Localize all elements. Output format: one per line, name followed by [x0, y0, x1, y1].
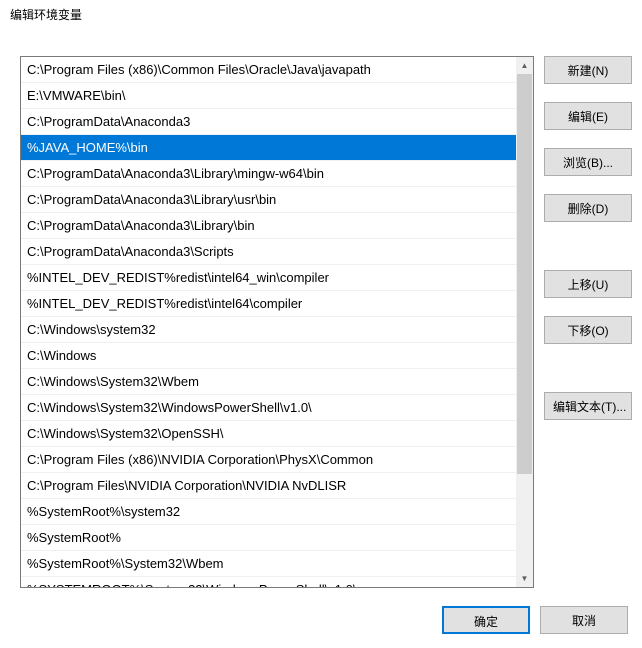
list-item[interactable]: C:\Windows\system32	[21, 317, 516, 343]
list-item[interactable]: C:\ProgramData\Anaconda3\Library\mingw-w…	[21, 161, 516, 187]
list-item[interactable]: C:\Windows\System32\WindowsPowerShell\v1…	[21, 395, 516, 421]
bottom-button-panel: 确定 取消	[442, 606, 628, 634]
list-item[interactable]: C:\Program Files (x86)\NVIDIA Corporatio…	[21, 447, 516, 473]
dialog-title: 编辑环境变量	[0, 0, 642, 29]
move-down-button[interactable]: 下移(O)	[544, 316, 632, 344]
list-item[interactable]: C:\ProgramData\Anaconda3\Library\usr\bin	[21, 187, 516, 213]
list-item[interactable]: C:\Windows\System32\Wbem	[21, 369, 516, 395]
scrollbar-thumb[interactable]	[517, 74, 532, 474]
list-item[interactable]: %INTEL_DEV_REDIST%redist\intel64_win\com…	[21, 265, 516, 291]
content-area: C:\Program Files (x86)\Common Files\Orac…	[20, 56, 632, 588]
list-item[interactable]: C:\Windows	[21, 343, 516, 369]
scroll-up-arrow-icon[interactable]: ▲	[516, 57, 533, 74]
cancel-button[interactable]: 取消	[540, 606, 628, 634]
list-item[interactable]: %JAVA_HOME%\bin	[21, 135, 516, 161]
scrollbar[interactable]: ▲ ▼	[516, 57, 533, 587]
env-var-edit-dialog: 编辑环境变量 C:\Program Files (x86)\Common Fil…	[0, 0, 642, 648]
browse-button[interactable]: 浏览(B)...	[544, 148, 632, 176]
list-item[interactable]: C:\ProgramData\Anaconda3	[21, 109, 516, 135]
list-item[interactable]: E:\VMWARE\bin\	[21, 83, 516, 109]
list-item[interactable]: C:\ProgramData\Anaconda3\Library\bin	[21, 213, 516, 239]
edit-button[interactable]: 编辑(E)	[544, 102, 632, 130]
list-item[interactable]: %SystemRoot%\system32	[21, 499, 516, 525]
list-item[interactable]: C:\Program Files (x86)\Common Files\Orac…	[21, 57, 516, 83]
move-up-button[interactable]: 上移(U)	[544, 270, 632, 298]
scroll-down-arrow-icon[interactable]: ▼	[516, 570, 533, 587]
list-item[interactable]: %SystemRoot%	[21, 525, 516, 551]
delete-button[interactable]: 删除(D)	[544, 194, 632, 222]
list-item[interactable]: %INTEL_DEV_REDIST%redist\intel64\compile…	[21, 291, 516, 317]
new-button[interactable]: 新建(N)	[544, 56, 632, 84]
list-items-container: C:\Program Files (x86)\Common Files\Orac…	[21, 57, 516, 587]
side-button-panel: 新建(N) 编辑(E) 浏览(B)... 删除(D) 上移(U) 下移(O) 编…	[544, 56, 632, 588]
path-listbox[interactable]: C:\Program Files (x86)\Common Files\Orac…	[20, 56, 534, 588]
list-item[interactable]: C:\Windows\System32\OpenSSH\	[21, 421, 516, 447]
list-item[interactable]: C:\Program Files\NVIDIA Corporation\NVID…	[21, 473, 516, 499]
list-item[interactable]: %SystemRoot%\System32\Wbem	[21, 551, 516, 577]
list-item[interactable]: C:\ProgramData\Anaconda3\Scripts	[21, 239, 516, 265]
edit-text-button[interactable]: 编辑文本(T)...	[544, 392, 632, 420]
ok-button[interactable]: 确定	[442, 606, 530, 634]
list-item[interactable]: %SYSTEMROOT%\System32\WindowsPowerShell\…	[21, 577, 516, 587]
